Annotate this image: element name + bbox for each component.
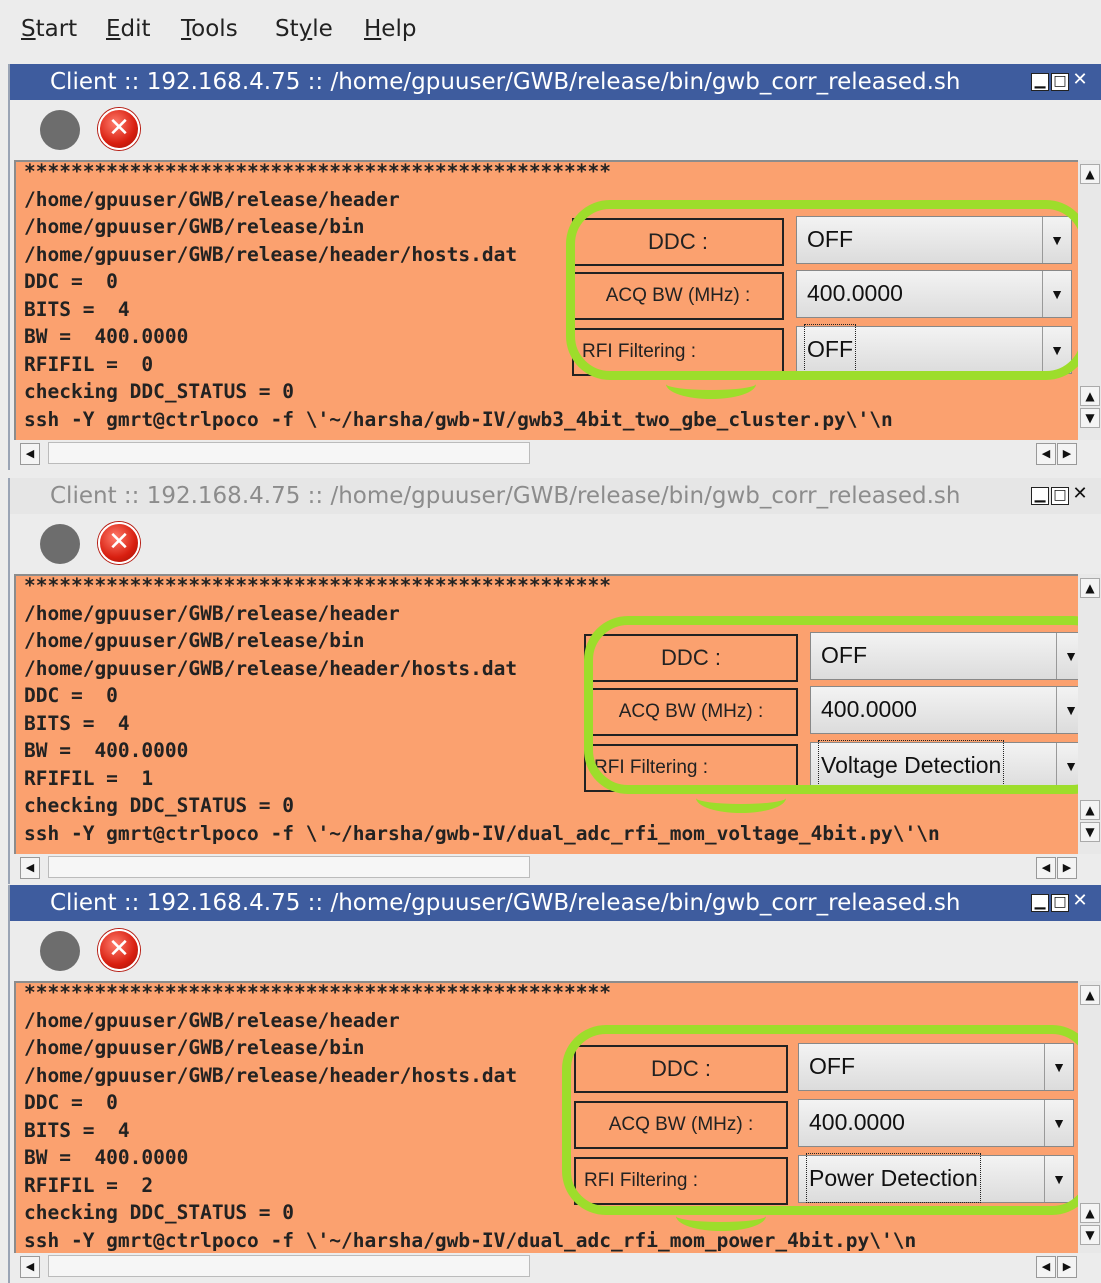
highlight-ring-notch: [696, 783, 786, 813]
highlight-ring: [584, 616, 1078, 794]
console-line: /home/gpuuser/GWB/release/bin: [24, 629, 365, 652]
close-icon[interactable]: ✕: [1071, 892, 1089, 912]
scroll-down-icon[interactable]: ▼: [1080, 822, 1100, 842]
console-line: /home/gpuuser/GWB/release/bin: [24, 215, 365, 238]
console-line: BITS = 4: [24, 712, 130, 735]
window-titlebar[interactable]: Client :: 192.168.4.75 :: /home/gpuuser/…: [10, 64, 1101, 100]
scroll-up-icon[interactable]: ▲: [1080, 1203, 1100, 1223]
console-line: /home/gpuuser/GWB/release/header/hosts.d…: [24, 1064, 518, 1087]
highlight-ring-notch: [676, 1201, 766, 1231]
scroll-up-icon[interactable]: ▲: [1080, 985, 1100, 1005]
scroll-up-icon[interactable]: ▲: [1080, 386, 1100, 406]
vertical-scrollbar[interactable]: ▲ ▲ ▼: [1078, 981, 1101, 1253]
console-line: /home/gpuuser/GWB/release/header/hosts.d…: [24, 657, 518, 680]
console-line: /home/gpuuser/GWB/release/header/hosts.d…: [24, 243, 518, 266]
console-line: /home/gpuuser/GWB/release/header: [24, 188, 400, 211]
horizontal-scrollbar[interactable]: ◀ ◀ ▶: [14, 854, 1101, 882]
scroll-up-icon[interactable]: ▲: [1080, 164, 1100, 184]
scroll-left-icon[interactable]: ◀: [20, 857, 40, 879]
scroll-left-icon[interactable]: ◀: [1036, 857, 1056, 879]
close-icon[interactable]: ✕: [1071, 71, 1089, 91]
window-title: Client :: 192.168.4.75 :: /home/gpuuser/…: [50, 890, 961, 916]
scroll-right-icon[interactable]: ▶: [1057, 443, 1077, 465]
highlight-ring: [562, 1025, 1078, 1215]
menu-style[interactable]: Style: [275, 16, 333, 42]
console-line: ssh -Y gmrt@ctrlpoco -f \'~/harsha/gwb-I…: [24, 822, 940, 845]
menu-start[interactable]: Start: [21, 16, 77, 42]
console-line: ****************************************…: [24, 981, 611, 1004]
menu-edit[interactable]: Edit: [106, 16, 151, 42]
console-line: BITS = 4: [24, 298, 130, 321]
maximize-icon[interactable]: □: [1051, 894, 1069, 912]
stop-x-icon[interactable]: ✕: [98, 108, 140, 150]
console-line: DDC = 0: [24, 684, 118, 707]
scroll-up-icon[interactable]: ▲: [1080, 578, 1100, 598]
console-line: BITS = 4: [24, 1119, 130, 1142]
highlight-ring-notch: [666, 369, 756, 399]
scroll-right-icon[interactable]: ▶: [1057, 1256, 1077, 1278]
scroll-right-icon[interactable]: ▶: [1057, 857, 1077, 879]
scroll-thumb[interactable]: [48, 442, 530, 464]
scroll-left-icon[interactable]: ◀: [1036, 443, 1056, 465]
vertical-scrollbar[interactable]: ▲ ▲ ▼: [1078, 574, 1101, 854]
scroll-thumb[interactable]: [48, 1255, 530, 1277]
menu-bar: Start Edit Tools Style Help: [0, 0, 1101, 62]
horizontal-scrollbar[interactable]: ◀ ◀ ▶: [14, 440, 1101, 468]
window-titlebar[interactable]: Client :: 192.168.4.75 :: /home/gpuuser/…: [10, 885, 1101, 921]
close-icon[interactable]: ✕: [1071, 485, 1089, 505]
console-line: BW = 400.0000: [24, 325, 189, 348]
stop-x-icon[interactable]: ✕: [98, 929, 140, 971]
maximize-icon[interactable]: □: [1051, 487, 1069, 505]
stop-x-icon[interactable]: ✕: [98, 522, 140, 564]
console-line: checking DDC_STATUS = 0: [24, 794, 295, 817]
horizontal-scrollbar[interactable]: ◀ ◀ ▶: [14, 1253, 1101, 1281]
scroll-left-icon[interactable]: ◀: [1036, 1256, 1056, 1278]
client-window-2: Client :: 192.168.4.75 :: /home/gpuuser/…: [8, 478, 1101, 884]
window-title: Client :: 192.168.4.75 :: /home/gpuuser/…: [50, 483, 961, 509]
scroll-down-icon[interactable]: ▼: [1080, 1225, 1100, 1245]
menu-tools[interactable]: Tools: [181, 16, 238, 42]
console-line: checking DDC_STATUS = 0: [24, 1201, 295, 1224]
scroll-up-icon[interactable]: ▲: [1080, 800, 1100, 820]
minimize-icon[interactable]: ▁: [1031, 73, 1049, 91]
scroll-thumb[interactable]: [48, 856, 530, 878]
scroll-down-icon[interactable]: ▼: [1080, 408, 1100, 428]
record-circle-icon[interactable]: [40, 110, 80, 150]
minimize-icon[interactable]: ▁: [1031, 487, 1049, 505]
minimize-icon[interactable]: ▁: [1031, 894, 1049, 912]
client-window-3: Client :: 192.168.4.75 :: /home/gpuuser/…: [8, 885, 1101, 1283]
console-line: BW = 400.0000: [24, 739, 189, 762]
console-output: ****************************************…: [14, 981, 1078, 1255]
maximize-icon[interactable]: □: [1051, 73, 1069, 91]
vertical-scrollbar[interactable]: ▲ ▲ ▼: [1078, 160, 1101, 440]
window-titlebar[interactable]: Client :: 192.168.4.75 :: /home/gpuuser/…: [10, 478, 1101, 514]
console-line: RFIFIL = 1: [24, 767, 154, 790]
scroll-left-icon[interactable]: ◀: [20, 1256, 40, 1278]
record-circle-icon[interactable]: [40, 524, 80, 564]
console-line: DDC = 0: [24, 270, 118, 293]
record-circle-icon[interactable]: [40, 931, 80, 971]
window-title: Client :: 192.168.4.75 :: /home/gpuuser/…: [50, 69, 961, 95]
console-output: ****************************************…: [14, 574, 1078, 856]
console-line: ****************************************…: [24, 574, 611, 597]
console-line: BW = 400.0000: [24, 1146, 189, 1169]
scroll-left-icon[interactable]: ◀: [20, 443, 40, 465]
console-line: checking DDC_STATUS = 0: [24, 380, 295, 403]
console-line: /home/gpuuser/GWB/release/header: [24, 1009, 400, 1032]
console-line: ssh -Y gmrt@ctrlpoco -f \'~/harsha/gwb-I…: [24, 1229, 917, 1252]
console-line: /home/gpuuser/GWB/release/bin: [24, 1036, 365, 1059]
console-line: ****************************************…: [24, 160, 611, 183]
menu-help[interactable]: Help: [364, 16, 416, 42]
console-line: RFIFIL = 2: [24, 1174, 154, 1197]
highlight-ring: [566, 200, 1078, 380]
client-window-1: Client :: 192.168.4.75 :: /home/gpuuser/…: [8, 64, 1101, 470]
console-line: ssh -Y gmrt@ctrlpoco -f \'~/harsha/gwb-I…: [24, 408, 893, 431]
console-output: ****************************************…: [14, 160, 1078, 442]
console-line: DDC = 0: [24, 1091, 118, 1114]
console-line: RFIFIL = 0: [24, 353, 154, 376]
console-line: /home/gpuuser/GWB/release/header: [24, 602, 400, 625]
